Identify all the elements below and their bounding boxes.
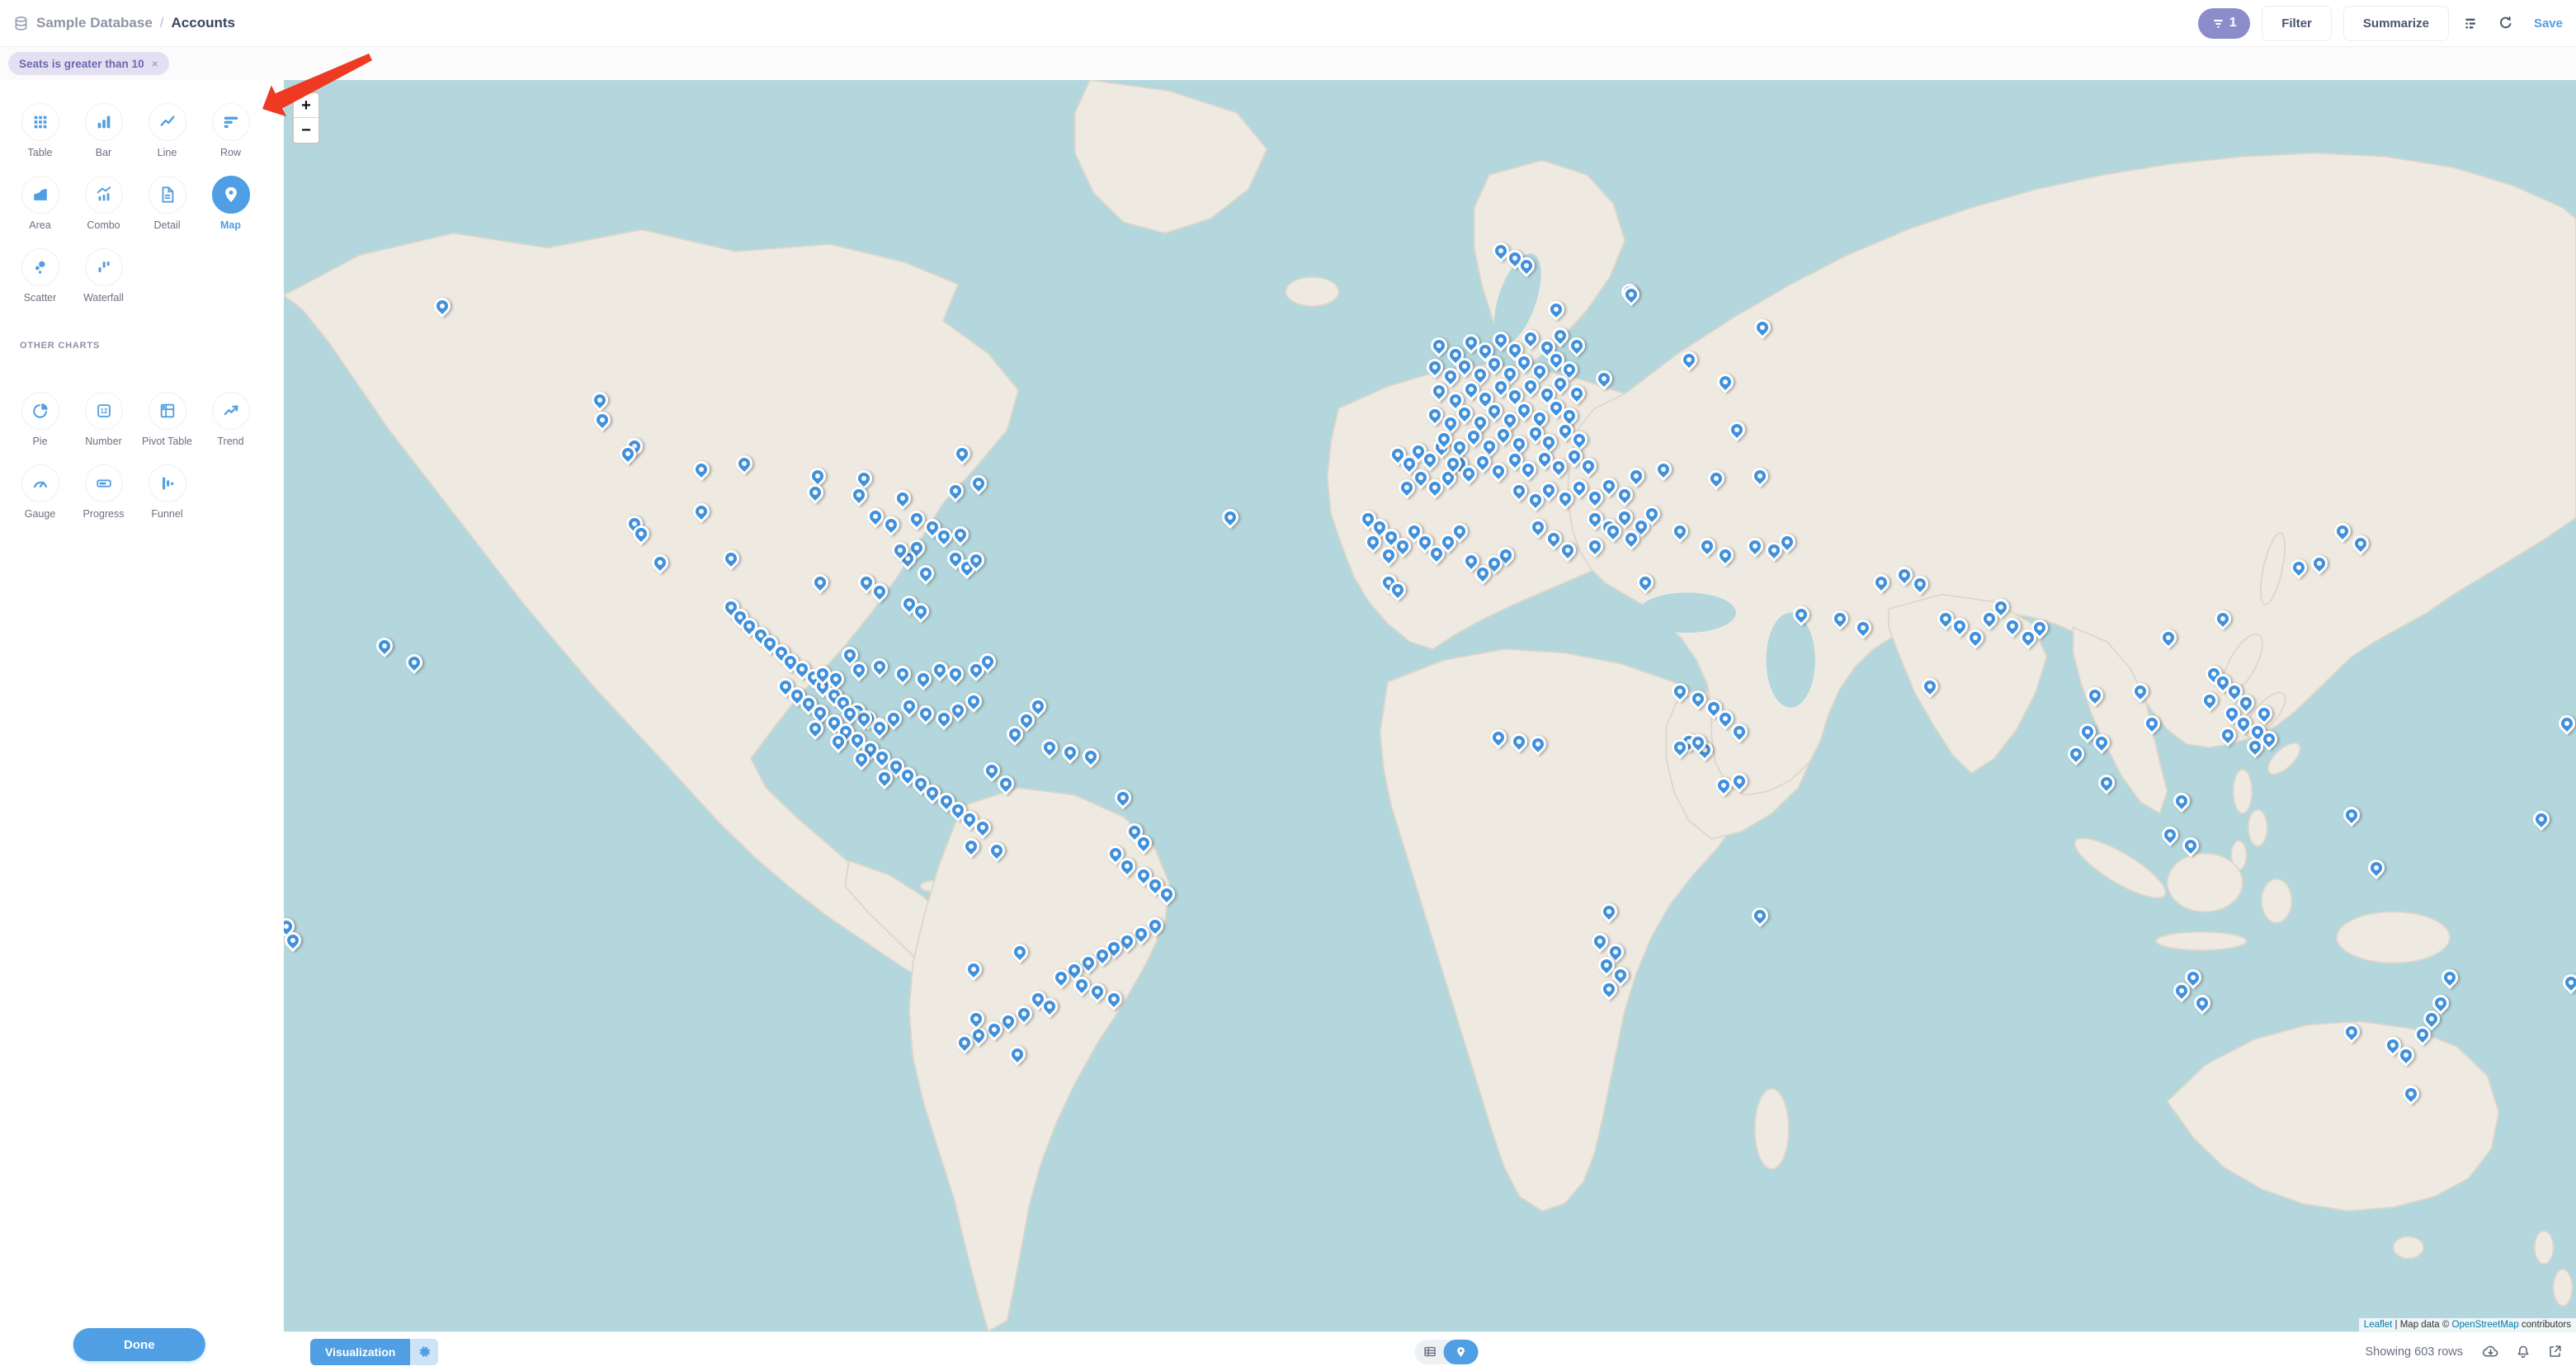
- zoom-in-button[interactable]: +: [294, 93, 318, 118]
- chart-type-label: Line: [158, 147, 177, 158]
- scatter-chart-icon: [21, 248, 59, 286]
- map-chart-icon: [212, 176, 250, 214]
- chart-type-detail[interactable]: Detail: [135, 176, 199, 231]
- svg-text:12: 12: [100, 408, 107, 415]
- map-attribution: Leaflet | Map data © OpenStreetMap contr…: [2359, 1318, 2576, 1331]
- chart-type-line[interactable]: Line: [135, 103, 199, 158]
- filter-chip-label: Seats is greater than 10: [19, 58, 144, 70]
- zoom-out-button[interactable]: −: [294, 118, 318, 143]
- other-charts-heading: OTHER CHARTS: [20, 341, 284, 351]
- chart-type-label: Pivot Table: [142, 436, 192, 447]
- bell-icon[interactable]: [2515, 1344, 2531, 1360]
- chart-type-progress[interactable]: Progress: [72, 464, 135, 520]
- chart-type-trend[interactable]: Trend: [199, 392, 262, 447]
- top-header: Sample Database / Accounts 1 Filter Summ…: [0, 0, 2576, 47]
- attribution-suffix: contributors: [2519, 1320, 2571, 1330]
- map-canvas[interactable]: + − Leaflet | Map data © OpenStreetMap c…: [284, 80, 2576, 1331]
- chart-type-label: Detail: [154, 219, 181, 231]
- leaflet-link[interactable]: Leaflet: [2364, 1320, 2393, 1330]
- chart-type-label: Row: [220, 147, 241, 158]
- chart-type-scatter[interactable]: Scatter: [8, 248, 72, 304]
- progress-chart-icon: [85, 464, 123, 502]
- chart-type-grid: Table Bar Line Row Area Combo Detail Map Scatter…: [8, 80, 272, 321]
- trend-chart-icon: [212, 392, 250, 430]
- breadcrumb: Sample Database / Accounts: [13, 15, 235, 31]
- table-map-view-toggle[interactable]: [1415, 1340, 1479, 1364]
- area-chart-icon: [21, 176, 59, 214]
- breadcrumb-separator: /: [160, 15, 164, 31]
- chart-type-area[interactable]: Area: [8, 176, 72, 231]
- row-chart-icon: [212, 103, 250, 141]
- combo-chart-icon: [85, 176, 123, 214]
- gauge-chart-icon: [21, 464, 59, 502]
- attribution-text: Map data ©: [2400, 1320, 2452, 1330]
- download-icon[interactable]: [2482, 1343, 2499, 1360]
- chart-type-label: Waterfall: [83, 292, 124, 304]
- chart-type-label: Progress: [83, 508, 124, 520]
- filter-count: 1: [2229, 16, 2237, 31]
- chart-type-label: Bar: [96, 147, 111, 158]
- breadcrumb-table[interactable]: Accounts: [172, 15, 235, 31]
- share-icon[interactable]: [2547, 1344, 2563, 1359]
- refresh-icon[interactable]: [2494, 12, 2517, 35]
- chart-type-combo[interactable]: Combo: [72, 176, 135, 231]
- chart-type-table[interactable]: Table: [8, 103, 72, 158]
- waterfall-chart-icon: [85, 248, 123, 286]
- chart-type-bar[interactable]: Bar: [72, 103, 135, 158]
- row-count-label: Showing 603 rows: [2366, 1345, 2464, 1359]
- visualization-settings-gear-icon[interactable]: [410, 1339, 438, 1365]
- map-view-icon[interactable]: [1444, 1340, 1479, 1364]
- notebook-icon[interactable]: [2460, 12, 2483, 35]
- chart-type-gauge[interactable]: Gauge: [8, 464, 72, 520]
- detail-chart-icon: [149, 176, 186, 214]
- chart-type-row[interactable]: Row: [199, 103, 262, 158]
- chart-type-label: Combo: [87, 219, 120, 231]
- funnel-chart-icon: [149, 464, 186, 502]
- chart-type-label: Number: [85, 436, 121, 447]
- chart-type-label: Trend: [217, 436, 243, 447]
- pie-chart-icon: [21, 392, 59, 430]
- pivot-chart-icon: [149, 392, 186, 430]
- bottom-bar: Visualization Showing 603 rows: [284, 1331, 2576, 1371]
- chart-type-label: Pie: [32, 436, 47, 447]
- active-filters-badge[interactable]: 1: [2198, 8, 2250, 39]
- openstreetmap-link[interactable]: OpenStreetMap: [2452, 1320, 2519, 1330]
- remove-filter-icon[interactable]: ×: [152, 57, 158, 70]
- summarize-button[interactable]: Summarize: [2343, 6, 2449, 41]
- chart-type-number[interactable]: 12 Number: [72, 392, 135, 447]
- table-chart-icon: [21, 103, 59, 141]
- breadcrumb-database[interactable]: Sample Database: [36, 15, 153, 31]
- save-button[interactable]: Save: [2534, 16, 2563, 31]
- chart-type-waterfall[interactable]: Waterfall: [72, 248, 135, 304]
- map-zoom-control: + −: [292, 92, 320, 144]
- chart-type-sidebar: Table Bar Line Row Area Combo Detail Map Scatter…: [0, 80, 284, 1371]
- filter-bar: Seats is greater than 10 ×: [0, 47, 2576, 80]
- filter-button[interactable]: Filter: [2262, 6, 2332, 41]
- chart-type-label: Area: [29, 219, 50, 231]
- chart-type-map[interactable]: Map: [199, 176, 262, 231]
- line-chart-icon: [149, 103, 186, 141]
- chart-type-grid: Pie 12 Number Pivot Table Trend Gauge Progress…: [8, 369, 272, 537]
- funnel-icon: [2212, 17, 2225, 30]
- chart-type-funnel[interactable]: Funnel: [135, 464, 199, 520]
- filter-chip[interactable]: Seats is greater than 10 ×: [8, 52, 169, 75]
- bar-chart-icon: [85, 103, 123, 141]
- table-view-icon[interactable]: [1423, 1345, 1437, 1359]
- chart-type-pivot-table[interactable]: Pivot Table: [135, 392, 199, 447]
- attribution-separator: |: [2392, 1320, 2399, 1330]
- done-button[interactable]: Done: [73, 1328, 205, 1361]
- visualization-button[interactable]: Visualization: [310, 1339, 410, 1365]
- chart-type-label: Table: [28, 147, 53, 158]
- chart-type-label: Funnel: [151, 508, 182, 520]
- chart-type-label: Scatter: [24, 292, 57, 304]
- number-chart-icon: 12: [85, 392, 123, 430]
- database-icon: [13, 16, 29, 31]
- chart-type-label: Gauge: [25, 508, 56, 520]
- chart-type-pie[interactable]: Pie: [8, 392, 72, 447]
- chart-type-label: Map: [220, 219, 241, 231]
